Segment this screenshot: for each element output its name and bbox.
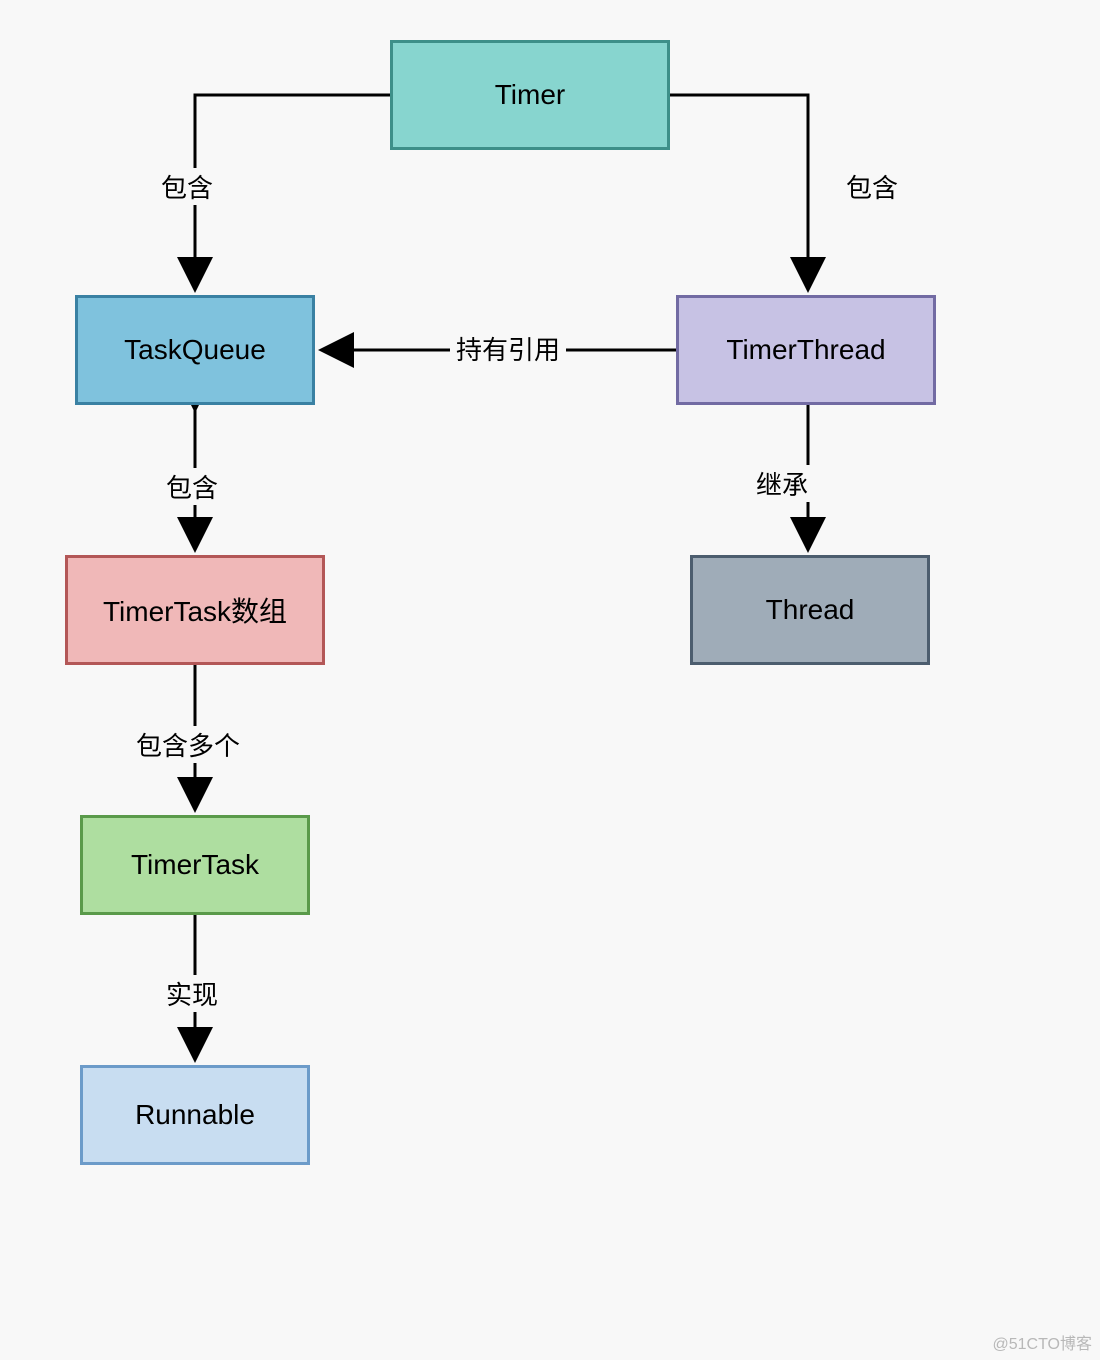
node-thread: Thread <box>690 555 930 665</box>
edge-label-holds-ref: 持有引用 <box>450 330 566 367</box>
edge-label-tt-thread: 继承 <box>750 465 814 502</box>
watermark: @51CTO博客 <box>992 1330 1092 1354</box>
node-runnable: Runnable <box>80 1065 310 1165</box>
edge-label-timer-taskqueue: 包含 <box>155 168 219 205</box>
edge-label-task-run: 实现 <box>160 975 224 1012</box>
edge-label-tq-taskarray: 包含 <box>160 468 224 505</box>
node-timertask: TimerTask <box>80 815 310 915</box>
diagram-canvas: Timer TaskQueue TimerThread TimerTask数组 … <box>0 0 1100 1360</box>
edge-label-timer-timerthread: 包含 <box>840 168 904 205</box>
node-taskqueue: TaskQueue <box>75 295 315 405</box>
node-timer: Timer <box>390 40 670 150</box>
node-taskarray: TimerTask数组 <box>65 555 325 665</box>
edge-label-ta-task: 包含多个 <box>130 726 246 763</box>
node-timerthread: TimerThread <box>676 295 936 405</box>
edge-timer-timerthread <box>670 95 808 290</box>
edge-timer-taskqueue <box>195 95 390 290</box>
